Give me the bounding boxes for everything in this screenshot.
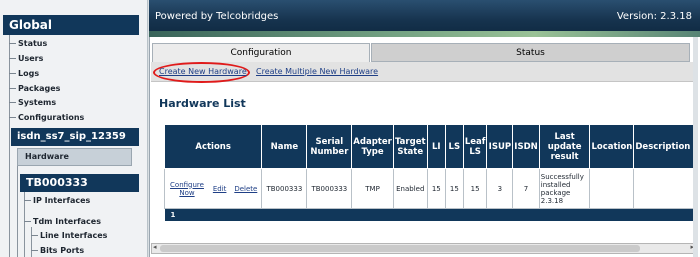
nav-systems[interactable]: Systems — [9, 98, 56, 107]
col-leaf-ls[interactable]: Leaf LS — [462, 124, 488, 169]
col-li[interactable]: LI — [426, 124, 446, 169]
nav-users[interactable]: Users — [9, 54, 43, 63]
col-name[interactable]: Name — [261, 124, 308, 169]
table-row: Configure Now Edit Delete TB000333 TB000… — [164, 168, 694, 209]
configure-now-link[interactable]: Configure Now — [169, 181, 205, 197]
col-location[interactable]: Location — [589, 124, 635, 169]
cell-isdn: 7 — [512, 168, 540, 209]
nav-configurations[interactable]: Configurations — [9, 113, 84, 122]
row-actions: Configure Now Edit Delete — [164, 168, 263, 209]
config-header[interactable]: isdn_ss7_sip_12359 — [11, 128, 139, 146]
cell-serial: TB000333 — [306, 168, 353, 209]
top-banner: Powered by Telcobridges Version: 2.3.18 — [149, 0, 700, 37]
tab-configuration[interactable]: Configuration — [152, 43, 370, 62]
table-header-row: Actions Name Serial Number Adapter Type … — [164, 124, 694, 169]
cell-last-update: Successfully installed package 2.3.18 — [538, 168, 591, 209]
action-link-bar: Create New Hardware Create Multiple New … — [151, 62, 696, 83]
cell-li: 15 — [426, 168, 446, 209]
col-target-state[interactable]: Target State — [392, 124, 428, 169]
col-isdn[interactable]: ISDN — [512, 124, 540, 169]
col-isup[interactable]: ISUP — [486, 124, 514, 169]
cell-target-state: Enabled — [392, 168, 428, 209]
table-footer-row: 1 — [164, 208, 694, 221]
scroll-left-icon[interactable]: ◂ — [153, 243, 157, 251]
col-ls[interactable]: LS — [444, 124, 464, 169]
cell-ls: 15 — [444, 168, 464, 209]
col-description[interactable]: Description — [633, 124, 694, 169]
nav-hardware[interactable]: Hardware — [17, 148, 132, 166]
nav-logs[interactable]: Logs — [9, 69, 39, 78]
cell-location — [589, 168, 635, 209]
cell-leaf-ls: 15 — [462, 168, 488, 209]
horizontal-scrollbar[interactable]: ◂ ▸ — [151, 243, 696, 254]
nav-bits-ports[interactable]: Bits Ports — [31, 246, 84, 255]
create-new-hardware-link[interactable]: Create New Hardware — [159, 67, 247, 76]
hardware-table-container: Actions Name Serial Number Adapter Type … — [164, 124, 694, 231]
cell-description — [633, 168, 694, 209]
cell-name: TB000333 — [261, 168, 308, 209]
nav-line-interfaces[interactable]: Line Interfaces — [31, 231, 107, 240]
version-text: Version: 2.3.18 — [616, 11, 692, 22]
delete-link[interactable]: Delete — [234, 185, 257, 193]
global-header[interactable]: Global — [3, 15, 139, 35]
col-serial-number[interactable]: Serial Number — [306, 124, 353, 169]
nav-tdm-interfaces[interactable]: Tdm Interfaces — [24, 217, 101, 226]
device-header[interactable]: TB000333 — [20, 174, 139, 192]
vertical-scrollbar[interactable] — [693, 37, 698, 257]
col-last-update[interactable]: Last update result — [538, 124, 591, 169]
col-adapter-type[interactable]: Adapter Type — [351, 124, 394, 169]
powered-by-text: Powered by Telcobridges — [155, 11, 279, 22]
app-window: Global Status Users Logs Packages System… — [0, 0, 700, 257]
nav-packages[interactable]: Packages — [9, 84, 60, 93]
pagination-page-1[interactable]: 1 — [164, 208, 694, 221]
hardware-table: Actions Name Serial Number Adapter Type … — [164, 124, 694, 221]
cell-adapter: TMP — [351, 168, 394, 209]
sidebar: Global Status Users Logs Packages System… — [0, 0, 148, 257]
page-title: Hardware List — [159, 97, 246, 110]
cell-isup: 3 — [486, 168, 514, 209]
create-multiple-hardware-link[interactable]: Create Multiple New Hardware — [256, 67, 378, 76]
main-content: Configuration Status Create New Hardware… — [149, 37, 700, 257]
tab-status[interactable]: Status — [371, 43, 690, 62]
edit-link[interactable]: Edit — [213, 185, 227, 193]
nav-status[interactable]: Status — [9, 39, 47, 48]
nav-ip-interfaces[interactable]: IP Interfaces — [24, 196, 90, 205]
col-actions: Actions — [164, 124, 263, 169]
scrollbar-thumb[interactable] — [160, 245, 640, 252]
